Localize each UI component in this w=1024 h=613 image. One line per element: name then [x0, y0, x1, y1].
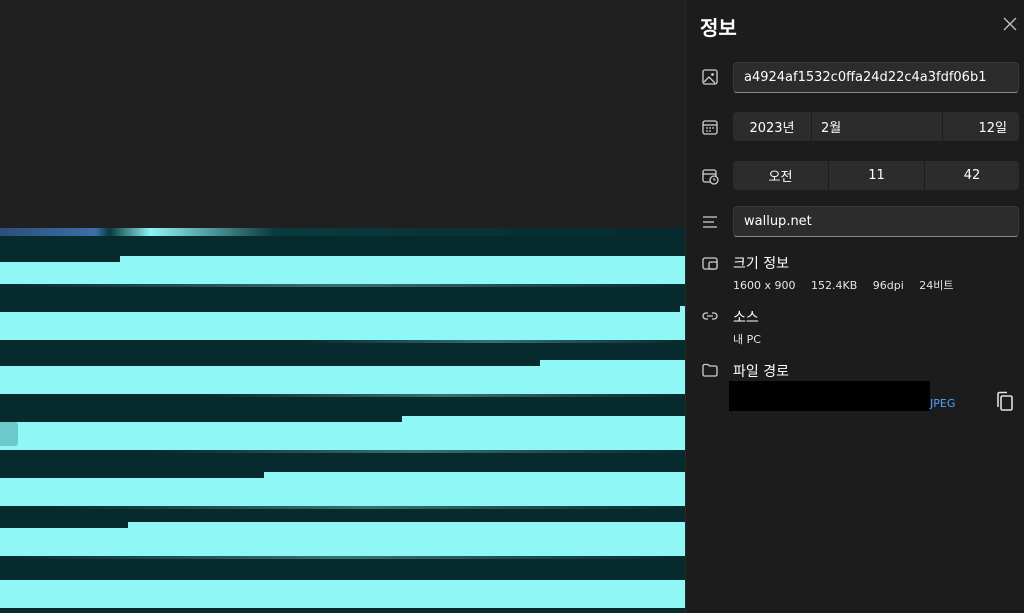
copy-icon[interactable] [994, 390, 1016, 414]
size-dpi: 96dpi [872, 279, 904, 292]
photo-stripe-glow [0, 556, 685, 559]
panel-title: 정보 [700, 16, 737, 40]
image-icon [702, 69, 718, 85]
date-year-picker[interactable]: 2023년 [733, 112, 811, 141]
date-day-picker[interactable]: 12일 [943, 112, 1019, 141]
calendar-clock-icon [702, 169, 719, 185]
photo-stripe-notch [0, 256, 120, 262]
time-minute-picker[interactable]: 42 [925, 161, 1019, 190]
time-ampm-value: 오전 [768, 170, 793, 185]
description-value: wallup.net [744, 214, 812, 229]
photo-stripe-notch [128, 522, 685, 530]
file-path-redacted [729, 381, 930, 411]
description-input[interactable]: wallup.net [733, 206, 1019, 237]
size-bit-depth: 24비트 [919, 279, 954, 292]
photo-stripe-glow [150, 450, 685, 453]
date-day-value: 12일 [978, 121, 1007, 136]
photo-stripe [0, 422, 685, 450]
resize-icon [702, 257, 718, 270]
photo-stripe-glow [50, 506, 685, 509]
close-icon[interactable] [1002, 16, 1018, 32]
calendar-icon [702, 120, 718, 135]
source-value: 내 PC [733, 333, 761, 346]
file-path-link[interactable]: JPEG [930, 397, 955, 410]
photo-stripe [0, 366, 685, 394]
source-title: 소스 [733, 310, 759, 326]
info-panel: 정보 a4924af1532c0ffa24d22c4a3fdf06b1 2023… [685, 0, 1024, 613]
photo-stripe-glow [300, 340, 685, 343]
time-minute-value: 42 [963, 168, 981, 183]
photo-stripe-glow [200, 394, 685, 397]
photo-preview [0, 228, 685, 613]
filename-value: a4924af1532c0ffa24d22c4a3fdf06b1 [744, 70, 987, 85]
photo-stripe [0, 580, 685, 608]
photo-stripe [0, 312, 685, 340]
filename-input[interactable]: a4924af1532c0ffa24d22c4a3fdf06b1 [733, 62, 1019, 93]
text-lines-icon [703, 216, 717, 228]
size-info-details: 1600 x 900 152.4KB 96dpi 24비트 [733, 277, 966, 293]
date-year-value: 2023년 [749, 121, 795, 136]
photo-stripe-notch [264, 472, 685, 480]
time-ampm-picker[interactable]: 오전 [733, 161, 828, 190]
link-icon [702, 312, 718, 320]
date-month-value: 2월 [821, 121, 842, 136]
size-resolution: 1600 x 900 [733, 279, 796, 292]
image-viewer [0, 0, 685, 613]
size-info-title: 크기 정보 [733, 256, 789, 272]
photo-stripe [0, 478, 685, 506]
photo-top-edge [0, 228, 685, 236]
date-month-picker[interactable]: 2월 [812, 112, 942, 141]
photo-left-tab [0, 422, 18, 446]
time-hour-value: 11 [868, 168, 885, 183]
photo-stripe-notch [540, 360, 685, 368]
size-file-size: 152.4KB [811, 279, 858, 292]
file-path-title: 파일 경로 [733, 364, 789, 380]
folder-icon [702, 363, 718, 377]
photo-stripe [0, 528, 685, 556]
photo-stripe-glow [0, 284, 685, 287]
time-hour-picker[interactable]: 11 [829, 161, 924, 190]
photo-stripe-notch [402, 416, 685, 424]
